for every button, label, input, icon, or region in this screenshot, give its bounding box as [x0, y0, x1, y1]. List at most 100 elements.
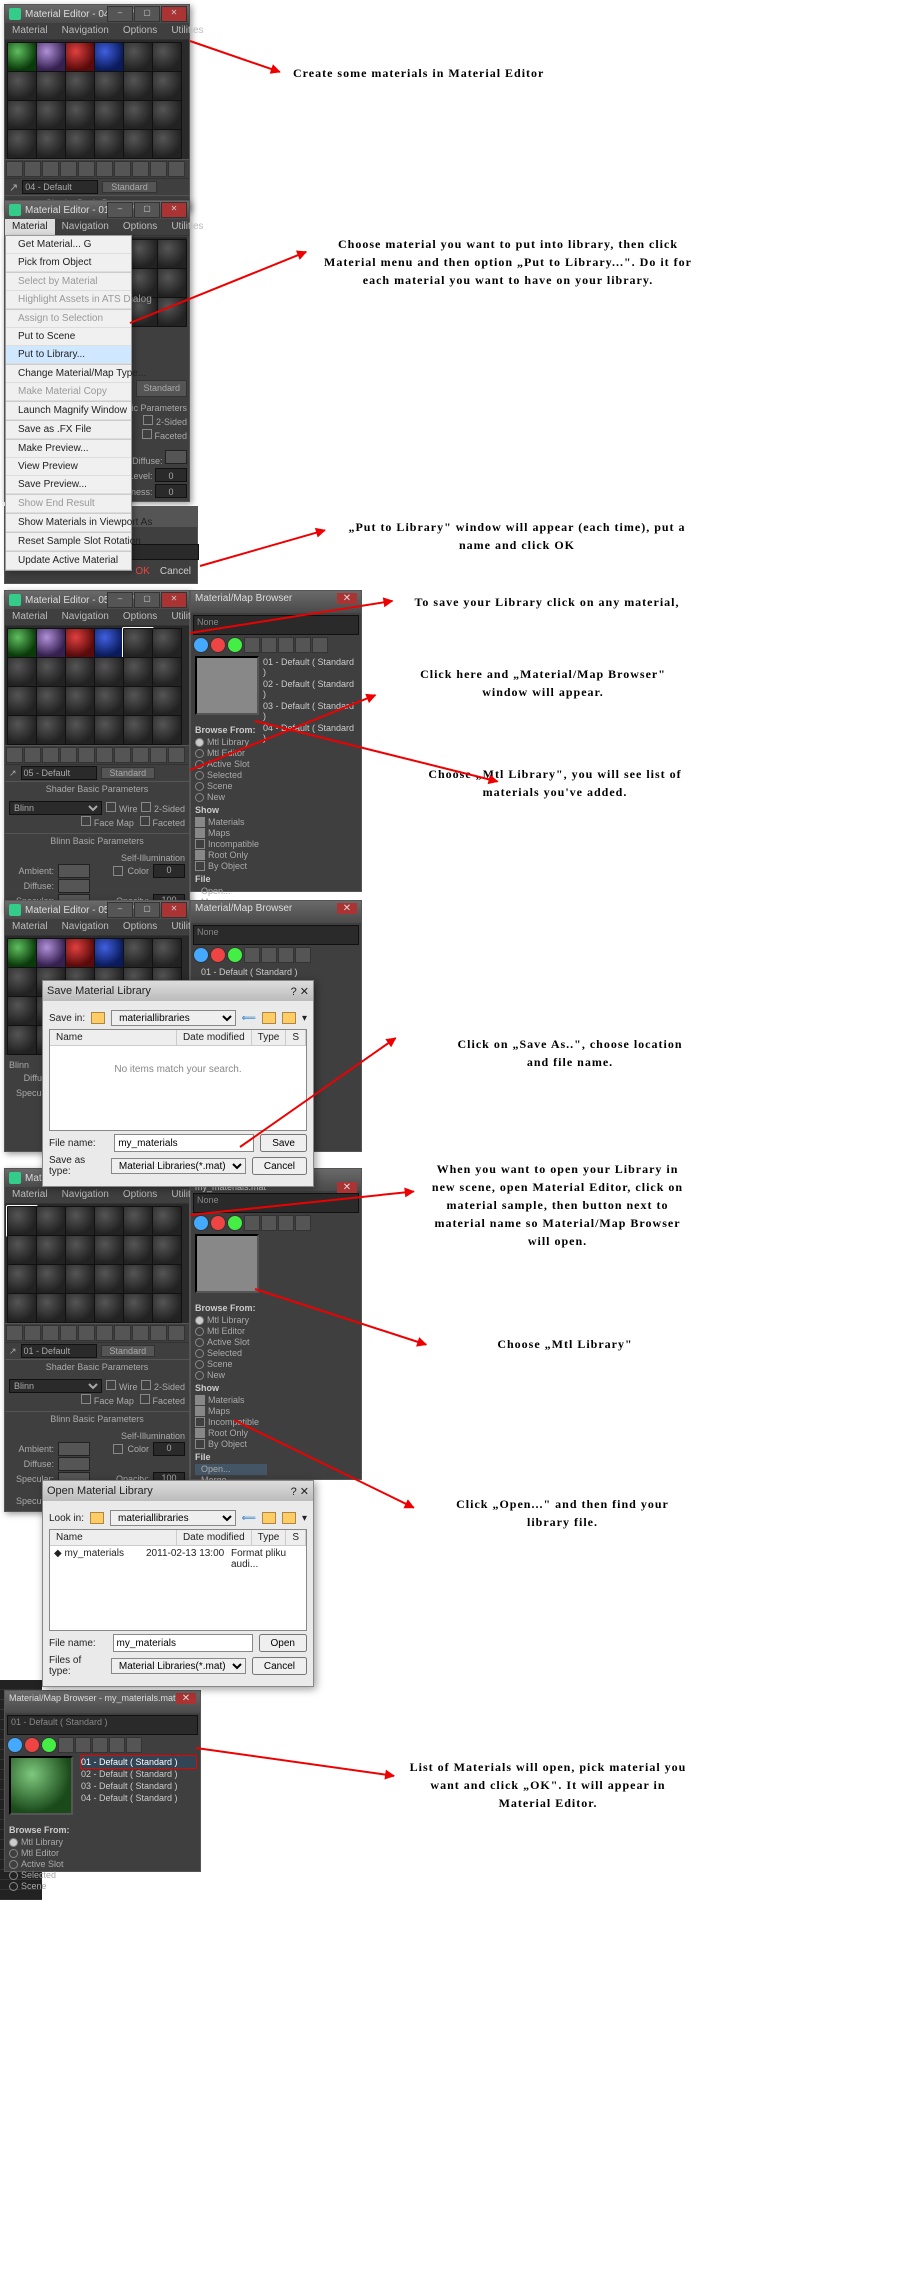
radio-mtl-library[interactable]: Mtl Library	[9, 1837, 81, 1848]
check-materials[interactable]: Materials	[195, 817, 267, 828]
slot[interactable]	[65, 71, 95, 101]
slot[interactable]	[94, 71, 124, 101]
tool-button[interactable]	[132, 161, 149, 177]
slot[interactable]	[7, 71, 37, 101]
tool-button[interactable]	[150, 747, 167, 763]
slot[interactable]	[7, 1293, 37, 1323]
max-button[interactable]: ▢	[134, 902, 160, 918]
slot[interactable]	[152, 129, 182, 159]
material-list-item[interactable]: 03 - Default ( Standard )	[81, 1780, 196, 1792]
slot[interactable]	[65, 100, 95, 130]
slot[interactable]	[7, 42, 37, 72]
list-icon[interactable]	[261, 637, 277, 653]
material-type-button[interactable]: Standard	[101, 767, 156, 779]
view-icon[interactable]	[193, 637, 209, 653]
checkbox[interactable]	[113, 1444, 123, 1454]
close-button[interactable]: ✕	[337, 593, 357, 604]
view-icon[interactable]	[126, 1737, 142, 1753]
check-by-object[interactable]: By Object	[195, 1439, 267, 1450]
tool-button[interactable]	[60, 747, 77, 763]
list-icon[interactable]	[261, 1215, 277, 1231]
cancel-button[interactable]: Cancel	[252, 1157, 307, 1175]
menu-item[interactable]: Show End Result	[6, 495, 131, 513]
slot[interactable]	[65, 1264, 95, 1294]
checkbox[interactable]	[106, 1380, 116, 1390]
slot[interactable]	[7, 715, 37, 745]
check-maps[interactable]: Maps	[195, 828, 267, 839]
slot[interactable]	[152, 657, 182, 687]
slot[interactable]	[128, 239, 158, 269]
color-swatch[interactable]	[58, 879, 90, 893]
file-open-button[interactable]: Open...	[195, 1464, 267, 1475]
material-name-input[interactable]	[22, 180, 98, 194]
view-icon[interactable]	[210, 1215, 226, 1231]
material-type-button[interactable]: Standard	[136, 380, 187, 396]
view-menu-icon[interactable]: ▾	[302, 1013, 307, 1024]
menu-options[interactable]: Options	[116, 1187, 164, 1203]
view-icon[interactable]	[312, 637, 328, 653]
menu-options[interactable]: Options	[116, 23, 164, 39]
slot[interactable]	[94, 1264, 124, 1294]
slot[interactable]	[7, 1025, 37, 1055]
radio-mtl-editor[interactable]: Mtl Editor	[9, 1848, 81, 1859]
menu-item[interactable]: Select by Material	[6, 273, 131, 291]
view-icon[interactable]	[227, 637, 243, 653]
slot[interactable]	[7, 1235, 37, 1265]
check-maps[interactable]: Maps	[195, 1406, 267, 1417]
slot[interactable]	[7, 628, 37, 658]
menu-item[interactable]: View Preview	[6, 458, 131, 476]
checkbox[interactable]	[106, 802, 116, 812]
slot[interactable]	[65, 628, 95, 658]
slot[interactable]	[65, 42, 95, 72]
slot[interactable]	[152, 1264, 182, 1294]
slot[interactable]	[36, 686, 66, 716]
material-list-item[interactable]: 03 - Default ( Standard )	[263, 700, 357, 722]
slot[interactable]	[123, 938, 153, 968]
tool-button[interactable]	[132, 1325, 149, 1341]
list-icon[interactable]	[58, 1737, 74, 1753]
tool-button[interactable]	[150, 161, 167, 177]
spinner[interactable]: 0	[153, 1442, 185, 1456]
slot[interactable]	[94, 42, 124, 72]
name-field[interactable]: None	[193, 925, 359, 945]
tool-button[interactable]	[42, 161, 59, 177]
spinner[interactable]: 0	[153, 864, 185, 878]
tool-button[interactable]	[6, 1325, 23, 1341]
menu-navigation[interactable]: Navigation	[55, 1187, 116, 1203]
tool-button[interactable]	[78, 161, 95, 177]
slot[interactable]	[94, 129, 124, 159]
menu-navigation[interactable]: Navigation	[55, 919, 116, 935]
menu-navigation[interactable]: Navigation	[55, 219, 116, 235]
shader-select[interactable]: Blinn	[9, 801, 102, 815]
menu-material[interactable]: Material	[5, 919, 55, 935]
tool-button[interactable]	[24, 161, 41, 177]
radio-mtl-library[interactable]: Mtl Library	[195, 1315, 267, 1326]
slot[interactable]	[152, 686, 182, 716]
filename-input[interactable]	[113, 1634, 253, 1652]
slot[interactable]	[123, 628, 153, 658]
slot[interactable]	[94, 938, 124, 968]
close-button[interactable]: ? ✕	[291, 1485, 309, 1498]
menu-item[interactable]: Reset Sample Slot Rotation	[6, 533, 131, 551]
tool-button[interactable]	[150, 1325, 167, 1341]
menu-item[interactable]: Show Materials in Viewport As	[6, 514, 131, 532]
radio-active-slot[interactable]: Active Slot	[9, 1859, 81, 1870]
tool-button[interactable]	[60, 1325, 77, 1341]
color-swatch[interactable]	[165, 450, 187, 464]
view-icon[interactable]	[295, 947, 311, 963]
menu-item[interactable]: Update Active Material	[6, 552, 131, 570]
slot[interactable]	[36, 1206, 66, 1236]
checkbox[interactable]	[140, 1394, 150, 1404]
slot[interactable]	[7, 1206, 37, 1236]
check-by-object[interactable]: By Object	[195, 861, 267, 872]
slot[interactable]	[36, 715, 66, 745]
slot[interactable]	[7, 100, 37, 130]
file-open-button[interactable]: Open...	[195, 886, 267, 897]
slot[interactable]	[152, 1206, 182, 1236]
spinner[interactable]: 0	[155, 468, 187, 482]
clear-icon[interactable]	[278, 1215, 294, 1231]
menu-item[interactable]: Get Material... G	[6, 236, 131, 254]
ok-button[interactable]: OK	[135, 566, 149, 577]
picker-icon[interactable]: ↗	[9, 1346, 17, 1357]
check-incompatible[interactable]: Incompatible	[195, 839, 267, 850]
